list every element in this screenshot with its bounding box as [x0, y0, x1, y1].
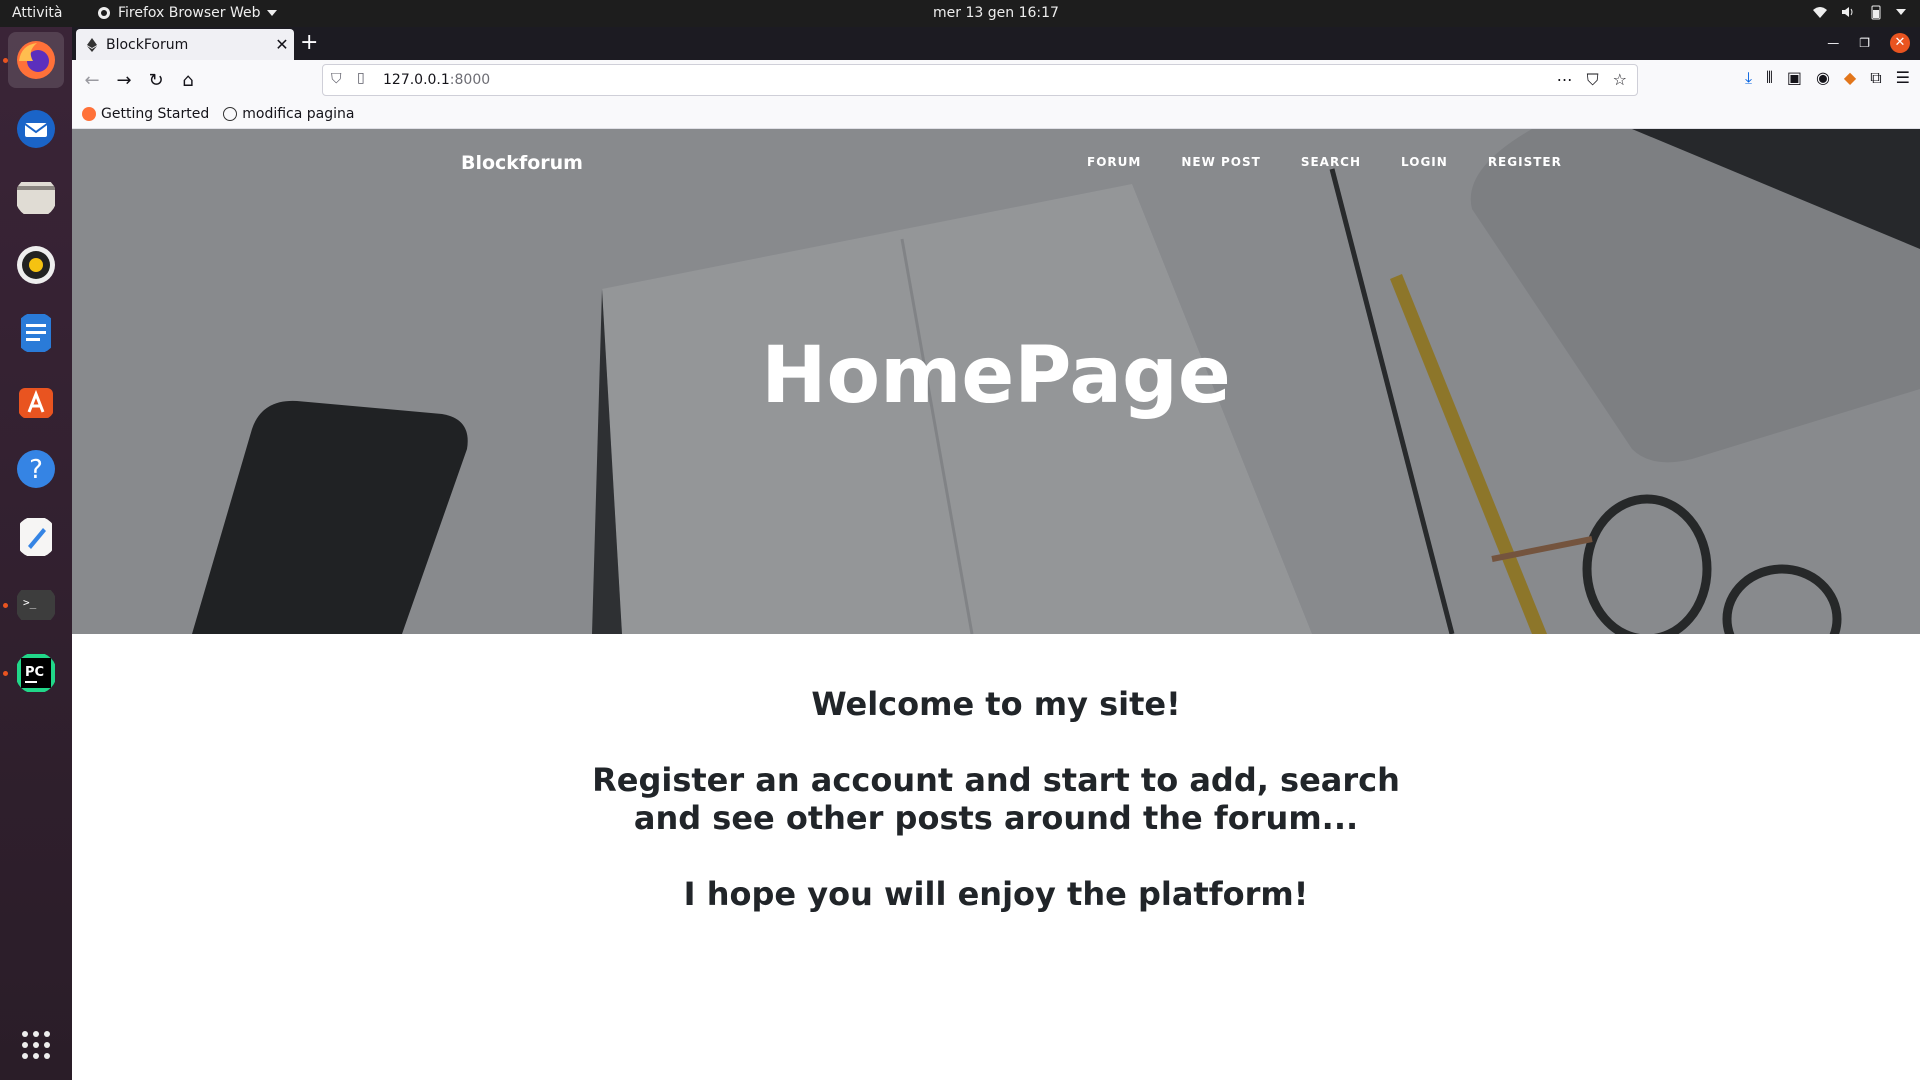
welcome-heading: Welcome to my site! [811, 685, 1181, 723]
url-actions: ⋯ ⛉ ☆ [1557, 70, 1627, 90]
running-indicator [3, 58, 8, 63]
dock-text-editor[interactable] [8, 509, 64, 565]
welcome-section: Welcome to my site! Register an account … [72, 685, 1920, 951]
firefox-bookmark-icon [82, 107, 96, 121]
minimize-icon[interactable]: — [1827, 36, 1839, 50]
dock-help[interactable]: ? [8, 441, 64, 497]
library-icon[interactable]: ⫴ [1766, 68, 1773, 88]
ethereum-favicon-icon [87, 37, 97, 52]
sidebar-icon[interactable]: ▣ [1787, 68, 1802, 88]
page-actions-icon[interactable]: ⋯ [1557, 70, 1573, 90]
enjoy-text: I hope you will enjoy the platform! [683, 875, 1309, 913]
bookmarks-bar: Getting Started modifica pagina [72, 100, 1920, 129]
dock-writer[interactable] [8, 305, 64, 361]
nav-register-link[interactable]: REGISTER [1488, 155, 1562, 169]
window-controls: — ❐ ✕ [1827, 33, 1910, 53]
metamask-icon[interactable]: ◆ [1844, 68, 1856, 88]
bookmark-label: Getting Started [101, 106, 210, 122]
restore-icon[interactable]: ❐ [1859, 36, 1870, 50]
forward-icon[interactable]: → [110, 66, 138, 94]
show-applications-button[interactable] [8, 1017, 64, 1073]
register-text: Register an account and start to add, se… [72, 761, 1920, 837]
pocket-icon[interactable]: ⛉ [1587, 70, 1599, 90]
bookmark-star-icon[interactable]: ☆ [1613, 70, 1627, 90]
nav-login-link[interactable]: LOGIN [1401, 155, 1448, 169]
system-menu-chevron-icon [1896, 9, 1906, 15]
register-line-2: and see other posts around the forum... [633, 799, 1359, 837]
new-tab-icon[interactable]: + [300, 30, 318, 55]
software-icon [19, 388, 53, 418]
reload-icon[interactable]: ↻ [142, 66, 170, 94]
web-page: Blockforum FORUM NEW POST SEARCH LOGIN R… [72, 129, 1920, 1080]
tab-blockforum[interactable]: BlockForum ✕ [76, 29, 294, 60]
bookmark-label: modifica pagina [242, 106, 355, 122]
system-top-bar: Attività Firefox Browser Web mer 13 gen … [0, 0, 1920, 27]
bookmark-getting-started[interactable]: Getting Started [82, 106, 209, 122]
dock-files[interactable] [8, 169, 64, 225]
pycharm-icon: PC [17, 654, 55, 692]
rhythmbox-icon [17, 246, 55, 284]
url-bar[interactable]: ⛉ ▯ 127.0.0.1:8000 ⋯ ⛉ ☆ [322, 64, 1638, 96]
dock-terminal[interactable]: >_ [8, 577, 64, 633]
writer-icon [21, 314, 51, 352]
register-line-1: Register an account and start to add, se… [592, 761, 1400, 799]
home-icon[interactable]: ⌂ [174, 66, 202, 94]
files-icon [17, 182, 55, 214]
battery-icon [1871, 5, 1881, 20]
toolbar-icons: ⤓ ⫴ ▣ ◉ ◆ ⧉ ☰ [1745, 68, 1910, 88]
site-brand[interactable]: Blockforum [461, 152, 583, 174]
nav-search-link[interactable]: SEARCH [1301, 155, 1361, 169]
extensions-icon[interactable]: ⧉ [1870, 68, 1881, 88]
thunderbird-icon [17, 110, 55, 148]
dock-firefox[interactable] [8, 32, 64, 88]
hero-header: Blockforum FORUM NEW POST SEARCH LOGIN R… [72, 129, 1920, 634]
dock-thunderbird[interactable] [8, 101, 64, 157]
dock-pycharm[interactable]: PC [8, 645, 64, 701]
help-icon: ? [17, 450, 55, 488]
close-tab-icon[interactable]: ✕ [270, 35, 294, 54]
globe-icon [223, 107, 238, 121]
show-applications-icon [22, 1031, 50, 1059]
svg-text:PC: PC [25, 665, 44, 680]
tab-title: BlockForum [106, 36, 189, 53]
downloads-icon[interactable]: ⤓ [1745, 68, 1752, 88]
system-tray[interactable] [1812, 4, 1906, 20]
nav-new-post-link[interactable]: NEW POST [1181, 155, 1260, 169]
wifi-icon [1813, 7, 1827, 18]
account-icon[interactable]: ◉ [1816, 68, 1830, 88]
bookmark-modifica-pagina[interactable]: modifica pagina [223, 106, 354, 122]
dock-software[interactable] [8, 373, 64, 429]
running-indicator [3, 671, 8, 676]
firefox-icon [17, 41, 55, 79]
running-indicator [3, 603, 8, 608]
url-text[interactable]: 127.0.0.1:8000 [383, 72, 490, 88]
volume-icon [1842, 7, 1853, 17]
clock[interactable]: mer 13 gen 16:17 [0, 5, 1920, 21]
tracking-protection-shield-icon[interactable]: ⛉ [331, 71, 342, 87]
dock-rhythmbox[interactable] [8, 237, 64, 293]
back-icon[interactable]: ← [78, 66, 106, 94]
svg-text:?: ? [29, 455, 43, 485]
terminal-icon: >_ [17, 590, 55, 620]
hero-title: HomePage [761, 331, 1231, 421]
dock: ? >_ PC [0, 27, 72, 1080]
navigation-bar: ← → ↻ ⌂ ⛉ ▯ 127.0.0.1:8000 ⋯ ⛉ ☆ ⤓ ⫴ ▣ ◉… [72, 60, 1920, 100]
menu-icon[interactable]: ☰ [1896, 68, 1910, 88]
tab-bar: BlockForum ✕ + — ❐ ✕ [72, 27, 1920, 60]
nav-forum-link[interactable]: FORUM [1087, 155, 1141, 169]
site-navigation: FORUM NEW POST SEARCH LOGIN REGISTER [1087, 155, 1562, 169]
page-info-icon[interactable]: ▯ [357, 70, 365, 86]
text-editor-icon [20, 518, 52, 556]
close-window-icon[interactable]: ✕ [1890, 33, 1910, 53]
svg-text:>_: >_ [23, 596, 37, 609]
